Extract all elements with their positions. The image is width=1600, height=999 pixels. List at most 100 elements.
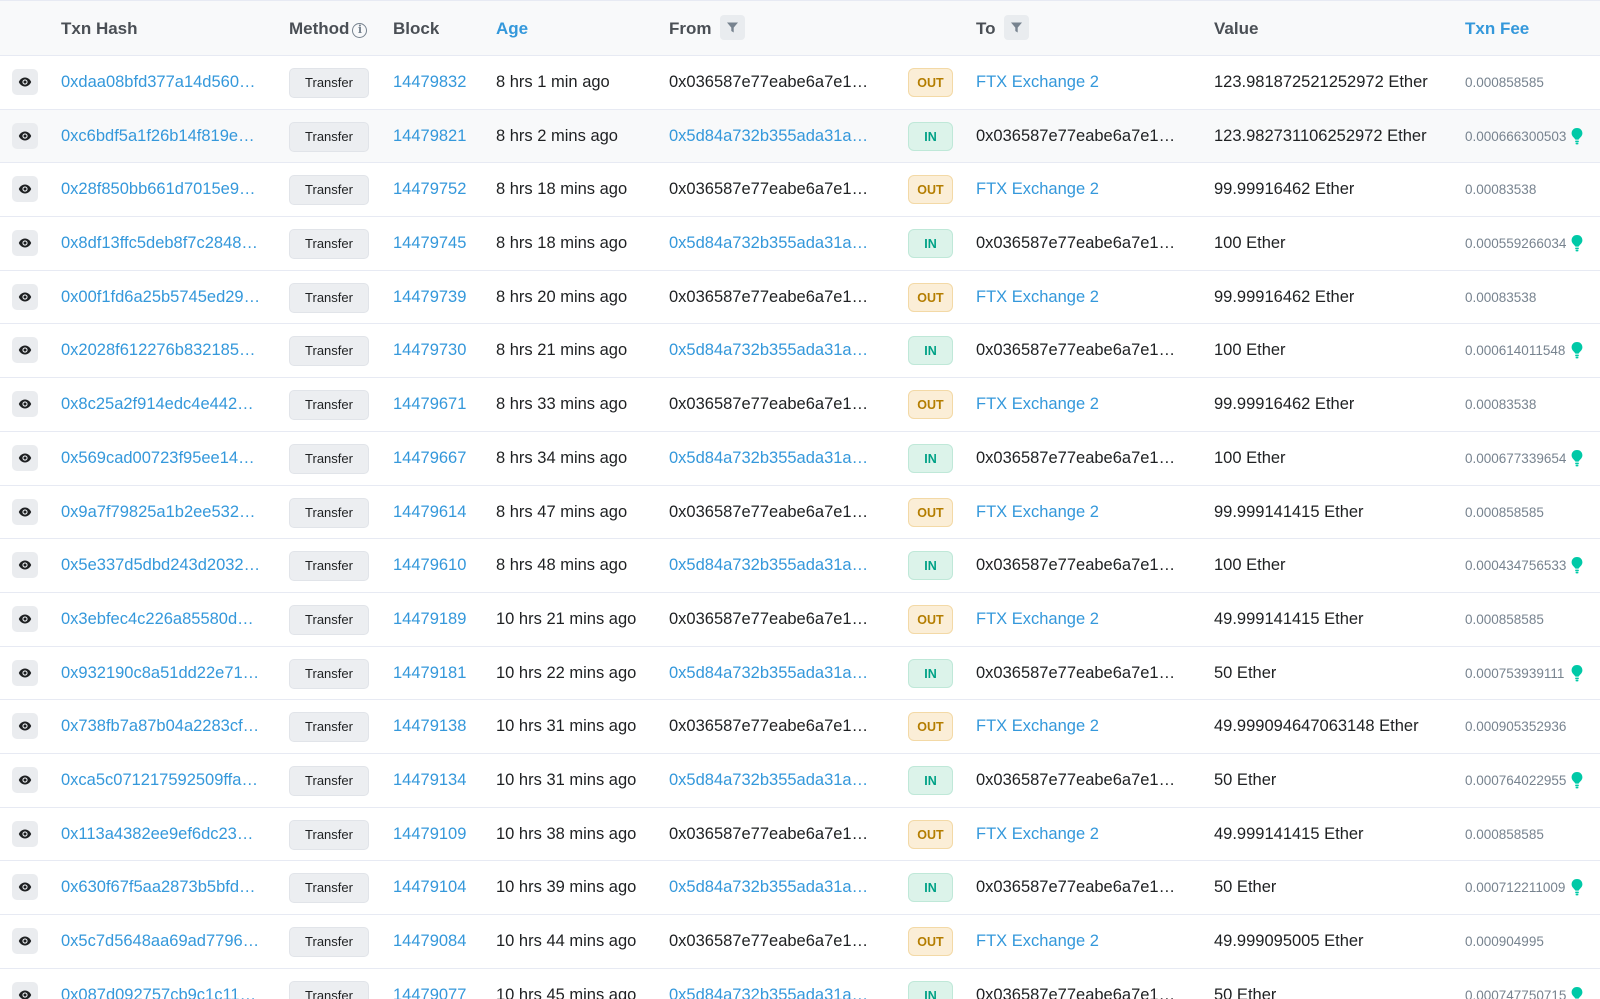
age-text: 8 hrs 48 mins ago bbox=[496, 556, 628, 575]
txn-hash-link[interactable]: 0xdaa08bfd377a14d560… bbox=[61, 56, 256, 109]
to-address[interactable]: FTX Exchange 2 bbox=[976, 593, 1099, 646]
header-age[interactable]: Age bbox=[496, 1, 528, 57]
method-badge: Transfer bbox=[289, 336, 369, 367]
from-address[interactable]: 0x5d84a732b355ada31a… bbox=[669, 754, 868, 807]
direction-badge: IN bbox=[908, 551, 953, 581]
table-row: 0xc6bdf5a1f26b14f819e… Transfer 14479821 8 … bbox=[0, 109, 1600, 164]
direction-badge: IN bbox=[908, 121, 953, 151]
eye-icon[interactable] bbox=[12, 337, 38, 364]
eye-icon[interactable] bbox=[12, 981, 38, 999]
block-link[interactable]: 14479138 bbox=[393, 700, 466, 753]
gas-icon bbox=[1570, 127, 1584, 147]
to-address[interactable]: FTX Exchange 2 bbox=[976, 915, 1099, 968]
txn-hash-link[interactable]: 0x00f1fd6a25b5745ed29… bbox=[61, 271, 260, 324]
eye-icon[interactable] bbox=[12, 659, 38, 686]
method-badge: Transfer bbox=[289, 980, 369, 999]
to-address: 0x036587e77eabe6a7e1… bbox=[976, 878, 1176, 897]
filter-icon[interactable] bbox=[719, 15, 745, 41]
header-txn-fee[interactable]: Txn Fee bbox=[1465, 1, 1529, 57]
to-address[interactable]: FTX Exchange 2 bbox=[976, 271, 1099, 324]
eye-icon[interactable] bbox=[12, 444, 38, 471]
txn-hash-link[interactable]: 0x5e337d5dbd243d2032… bbox=[61, 539, 260, 592]
block-link[interactable]: 14479671 bbox=[393, 378, 466, 431]
to-address[interactable]: FTX Exchange 2 bbox=[976, 700, 1099, 753]
txn-hash-link[interactable]: 0x932190c8a51dd22e71… bbox=[61, 647, 259, 700]
from-address[interactable]: 0x5d84a732b355ada31a… bbox=[669, 969, 868, 999]
txn-hash-link[interactable]: 0x630f67f5aa2873b5bfd… bbox=[61, 861, 256, 914]
from-address: 0x036587e77eabe6a7e1… bbox=[669, 395, 869, 414]
eye-icon[interactable] bbox=[12, 176, 38, 203]
to-address[interactable]: FTX Exchange 2 bbox=[976, 378, 1099, 431]
to-address[interactable]: FTX Exchange 2 bbox=[976, 486, 1099, 539]
block-link[interactable]: 14479109 bbox=[393, 808, 466, 861]
block-link[interactable]: 14479614 bbox=[393, 486, 466, 539]
eye-icon[interactable] bbox=[12, 820, 38, 847]
block-link[interactable]: 14479084 bbox=[393, 915, 466, 968]
eye-icon[interactable] bbox=[12, 713, 38, 740]
from-address[interactable]: 0x5d84a732b355ada31a… bbox=[669, 432, 868, 485]
direction-badge: IN bbox=[908, 336, 953, 366]
block-link[interactable]: 14479610 bbox=[393, 539, 466, 592]
to-address: 0x036587e77eabe6a7e1… bbox=[976, 234, 1176, 253]
from-address[interactable]: 0x5d84a732b355ada31a… bbox=[669, 110, 868, 163]
block-link[interactable]: 14479181 bbox=[393, 647, 466, 700]
from-address[interactable]: 0x5d84a732b355ada31a… bbox=[669, 647, 868, 700]
eye-icon[interactable] bbox=[12, 122, 38, 149]
txn-hash-link[interactable]: 0x8c25a2f914edc4e442… bbox=[61, 378, 254, 431]
from-address[interactable]: 0x5d84a732b355ada31a… bbox=[669, 861, 868, 914]
txn-hash-link[interactable]: 0x9a7f79825a1b2ee532… bbox=[61, 486, 256, 539]
block-link[interactable]: 14479739 bbox=[393, 271, 466, 324]
table-row: 0x8df13ffc5deb8f7c2848… Transfer 14479745 8… bbox=[0, 217, 1600, 271]
table-row: 0x5c7d5648aa69ad7796… Transfer 14479084 10 … bbox=[0, 915, 1600, 969]
gas-icon bbox=[1570, 234, 1584, 254]
eye-icon[interactable] bbox=[12, 605, 38, 632]
block-link[interactable]: 14479821 bbox=[393, 110, 466, 163]
txn-hash-link[interactable]: 0xc6bdf5a1f26b14f819e… bbox=[61, 110, 255, 163]
method-badge: Transfer bbox=[289, 712, 369, 743]
eye-icon[interactable] bbox=[12, 874, 38, 901]
eye-icon[interactable] bbox=[12, 552, 38, 579]
txn-hash-link[interactable]: 0x2028f612276b832185… bbox=[61, 324, 256, 377]
txn-hash-link[interactable]: 0x738fb7a87b04a2283cf… bbox=[61, 700, 259, 753]
from-address[interactable]: 0x5d84a732b355ada31a… bbox=[669, 539, 868, 592]
eye-icon[interactable] bbox=[12, 69, 38, 95]
direction-badge: IN bbox=[908, 765, 953, 795]
txn-hash-link[interactable]: 0x5c7d5648aa69ad7796… bbox=[61, 915, 259, 968]
txn-hash-link[interactable]: 0xca5c071217592509ffa… bbox=[61, 754, 258, 807]
direction-badge: OUT bbox=[908, 175, 953, 205]
eye-icon[interactable] bbox=[12, 766, 38, 793]
eye-icon[interactable] bbox=[12, 391, 38, 418]
block-link[interactable]: 14479104 bbox=[393, 861, 466, 914]
block-link[interactable]: 14479189 bbox=[393, 593, 466, 646]
to-address[interactable]: FTX Exchange 2 bbox=[976, 163, 1099, 216]
txn-hash-link[interactable]: 0x113a4382ee9ef6dc23… bbox=[61, 808, 253, 861]
to-address[interactable]: FTX Exchange 2 bbox=[976, 56, 1099, 109]
block-link[interactable]: 14479832 bbox=[393, 56, 466, 109]
table-row: 0xca5c071217592509ffa… Transfer 14479134 10… bbox=[0, 754, 1600, 808]
block-link[interactable]: 14479752 bbox=[393, 163, 466, 216]
table-body: 0xdaa08bfd377a14d560… Transfer 14479832 8 h… bbox=[0, 56, 1600, 999]
info-icon[interactable]: i bbox=[352, 23, 368, 38]
block-link[interactable]: 14479134 bbox=[393, 754, 466, 807]
filter-icon[interactable] bbox=[1003, 15, 1029, 41]
to-address[interactable]: FTX Exchange 2 bbox=[976, 808, 1099, 861]
txn-hash-link[interactable]: 0x569cad00723f95ee14… bbox=[61, 432, 255, 485]
block-link[interactable]: 14479730 bbox=[393, 324, 466, 377]
eye-icon[interactable] bbox=[12, 498, 38, 525]
block-link[interactable]: 14479667 bbox=[393, 432, 466, 485]
txn-hash-link[interactable]: 0x28f850bb661d7015e9… bbox=[61, 163, 256, 216]
txn-hash-link[interactable]: 0x8df13ffc5deb8f7c2848… bbox=[61, 217, 258, 270]
eye-icon[interactable] bbox=[12, 928, 38, 954]
from-address[interactable]: 0x5d84a732b355ada31a… bbox=[669, 217, 868, 270]
txn-hash-link[interactable]: 0x3ebfec4c226a85580d… bbox=[61, 593, 254, 646]
eye-icon[interactable] bbox=[12, 230, 38, 257]
txn-hash-link[interactable]: 0x087d092757cb9c1c11… bbox=[61, 969, 256, 999]
from-address[interactable]: 0x5d84a732b355ada31a… bbox=[669, 324, 868, 377]
direction-badge: OUT bbox=[908, 604, 953, 634]
block-link[interactable]: 14479745 bbox=[393, 217, 466, 270]
txn-fee-text: 0.000434756533 bbox=[1465, 558, 1567, 574]
eye-icon[interactable] bbox=[12, 283, 38, 310]
txn-fee-text: 0.000666300503 bbox=[1465, 128, 1567, 144]
age-text: 8 hrs 1 min ago bbox=[496, 73, 610, 91]
block-link[interactable]: 14479077 bbox=[393, 969, 466, 999]
